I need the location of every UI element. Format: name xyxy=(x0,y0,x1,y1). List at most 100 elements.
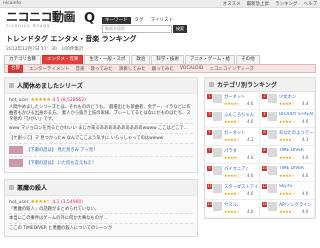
sub-tab-entertainment[interactable]: エンターテイメント xyxy=(29,66,70,72)
section-title[interactable]: 悪魔の殺人 xyxy=(5,180,197,196)
ranking-stars: ★★★★☆ xyxy=(279,155,295,160)
ranking-name[interactable]: あなたのようでー xyxy=(279,130,313,136)
ranking-item[interactable]: 6 あなたのようでー ★★★★☆ 4.3 xyxy=(260,128,315,146)
rank-number: 7 xyxy=(207,148,212,153)
ranking-name[interactable]: ガーネット xyxy=(224,94,258,100)
video-title[interactable]: 【下劇の話は】 見た見きみ アッ見！ xyxy=(26,147,97,153)
ranking-item[interactable]: 9 パイオニア♪ ★★★★☆ 4.6 xyxy=(205,164,260,182)
search-input[interactable]: 動画を検索 xyxy=(102,25,172,33)
ranking-name[interactable]: パイオニア♪ xyxy=(224,166,258,172)
ranking-name[interactable]: Sky-hi xyxy=(279,184,313,189)
ranking-score: 4.6 xyxy=(302,173,309,178)
video-item[interactable]: 【下劇の話は】 見た見きみ アッ見！ xyxy=(9,143,193,156)
ranking-name[interactable]: ガーネット xyxy=(224,130,258,136)
sub-tab-sing[interactable]: 歌ってみた xyxy=(91,66,113,72)
ranking-title: カテゴリ別ランキング xyxy=(205,78,315,92)
rank-number: 10 xyxy=(262,166,267,171)
genre-tab-other[interactable]: その他 xyxy=(236,55,260,64)
rating-score: 4.1 (3,54980) xyxy=(52,199,84,205)
ranking-thumbnail[interactable] xyxy=(268,184,277,193)
ranking-stars: ★★★★☆ xyxy=(224,101,240,106)
user-name[interactable]: hot_user xyxy=(9,98,28,103)
ranking-item[interactable]: 2 少女ホン ★★★★☆ 4.4 xyxy=(260,92,315,110)
ranking-score: 4.6 xyxy=(247,101,254,106)
comment-item: www マジョロンを見るとかわいい まじか来るああああああああああwwww ここ… xyxy=(9,123,193,133)
ranking-item[interactable]: 1 ガーネット ★★★★☆ 4.6 xyxy=(205,92,260,110)
ranking-stars: ★★★★☆ xyxy=(224,155,240,160)
ranking-name[interactable]: TIME DIVER xyxy=(279,166,313,171)
ranking-thumbnail[interactable] xyxy=(268,202,277,211)
ranking-icon xyxy=(209,82,214,87)
ranking-name[interactable]: ふんころちゃん xyxy=(224,112,258,118)
ranking-item[interactable]: 13 ヤスル、 ★★★★☆ 4.6 xyxy=(205,200,260,218)
genre-tab-life[interactable]: 生活・一般・スポ xyxy=(84,55,131,64)
rating-stars: ★★★★☆ xyxy=(30,199,51,205)
ranking-stars: ★★★★☆ xyxy=(279,137,295,142)
ranking-item[interactable]: 7 パラダ ★★★★☆ 4.6 xyxy=(205,146,260,164)
rank-number: 8 xyxy=(262,148,267,153)
ranking-item[interactable]: 10 TIME DIVER ★★★★☆ 4.6 xyxy=(260,164,315,182)
ranking-item[interactable]: 8 TIME DIVER ★★★★☆ 4.6 xyxy=(260,146,315,164)
ranking-name[interactable]: BLOODY STREAM xyxy=(279,112,313,117)
site-name[interactable]: nicoinfo xyxy=(3,1,21,6)
ranking-thumbnail[interactable] xyxy=(268,148,277,157)
ranking-name[interactable]: 少女ホン xyxy=(279,94,313,100)
sub-tab-indies[interactable]: ニコニコインディーズ xyxy=(209,66,253,72)
ranking-score: 4.6 xyxy=(302,119,309,124)
ranking-stars: ★★★★☆ xyxy=(224,137,240,142)
sub-tab-music[interactable]: 音楽 xyxy=(76,66,85,72)
ranking-thumbnail[interactable] xyxy=(213,130,222,139)
ranking-thumbnail[interactable] xyxy=(213,202,222,211)
genre-tabs: カテゴリ合算 エンタメ・音楽 生活・一般・スポ 政治 科学・技術 アニメ・ゲーム… xyxy=(4,55,316,64)
genre-tab-anime[interactable]: アニメ・ゲーム・絵 xyxy=(184,55,236,64)
search-tab-tag[interactable]: タグ xyxy=(132,17,147,24)
genre-tab-all[interactable]: カテゴリ合算 xyxy=(4,55,41,64)
ranking-item[interactable]: 5 ガーネット ★★★★☆ 4.2 xyxy=(205,128,260,146)
ranking-name[interactable]: TIME DIVER xyxy=(279,148,313,153)
ranking-name[interactable]: AP/ソングライン xyxy=(279,202,313,208)
user-name[interactable]: hot_user xyxy=(9,200,28,205)
ranking-name[interactable]: スターダストアイランド xyxy=(224,184,258,190)
ranking-thumbnail[interactable] xyxy=(268,130,277,139)
sub-tab-play[interactable]: 演奏してみた xyxy=(119,66,146,72)
top-link-new[interactable]: 最新急上昇 xyxy=(247,1,270,7)
video-thumbnail[interactable] xyxy=(9,146,23,154)
search-button[interactable]: 検索 xyxy=(173,25,187,33)
ranking-thumbnail[interactable] xyxy=(268,112,277,121)
ranking-thumbnail[interactable] xyxy=(268,94,277,103)
ranking-item[interactable]: 11 スターダストアイランド★★★★☆ 4.6 xyxy=(205,182,260,200)
ranking-item[interactable]: 12 Sky-hi ★★★★☆ 4.6 xyxy=(260,182,315,200)
ranking-thumbnail[interactable] xyxy=(213,94,222,103)
video-title[interactable]: 【下劇の話は】 いた何も言えねえ！ xyxy=(26,160,96,166)
genre-tab-entame[interactable]: エンタメ・音楽 xyxy=(42,55,84,64)
genre-tab-politics[interactable]: 政治 xyxy=(131,55,151,64)
logo[interactable]: ニコニコ動画 niconico douga Q xyxy=(6,11,96,29)
ranking-stars: ★★★★☆ xyxy=(279,101,295,106)
ranking-thumbnail[interactable] xyxy=(213,184,222,193)
trend-section: 人間休めましたシリーズ hot_user ★★★★★ 4.5 (8,528562… xyxy=(4,77,198,173)
ranking-item[interactable]: 14 AP/ソングライン ★★★★☆ 4.6 xyxy=(260,200,315,218)
top-link-osusume[interactable]: オススメ xyxy=(223,1,241,7)
ranking-thumbnail[interactable] xyxy=(213,148,222,157)
genre-tab-science[interactable]: 科学・技術 xyxy=(151,55,184,64)
sub-tab-vocaloid[interactable]: VOCALOID xyxy=(180,66,203,71)
sub-tab-all[interactable]: 合算 xyxy=(8,64,23,73)
tag-icon xyxy=(9,185,14,190)
ranking-thumbnail[interactable] xyxy=(213,166,222,175)
top-link-help[interactable]: ヘルプ xyxy=(304,1,318,7)
ranking-item[interactable]: 4 BLOODY STREAM ★★★★☆ 4.6 xyxy=(260,110,315,128)
search-tab-mylist[interactable]: マイリスト xyxy=(148,17,177,24)
ranking-item[interactable]: 3 ふんころちゃん ★★★★☆ 4.6 xyxy=(205,110,260,128)
ranking-thumbnail[interactable] xyxy=(268,166,277,175)
ranking-name[interactable]: ヤスル、 xyxy=(224,202,258,208)
section-title[interactable]: 人間休めましたシリーズ xyxy=(5,78,197,94)
ranking-stars: ★★★★☆ xyxy=(279,119,295,124)
video-thumbnail[interactable] xyxy=(9,159,23,167)
search-tab-keyword[interactable]: キーワード xyxy=(102,17,131,24)
top-link-ranking[interactable]: ランキング xyxy=(275,1,297,7)
rank-number: 13 xyxy=(207,202,212,207)
sub-tab-dance[interactable]: 踊ってみた xyxy=(152,66,174,72)
video-item[interactable]: 【下劇の話は】 いた何も言えねえ！ xyxy=(9,156,193,169)
ranking-thumbnail[interactable] xyxy=(213,112,222,121)
ranking-name[interactable]: パラダ xyxy=(224,148,258,154)
